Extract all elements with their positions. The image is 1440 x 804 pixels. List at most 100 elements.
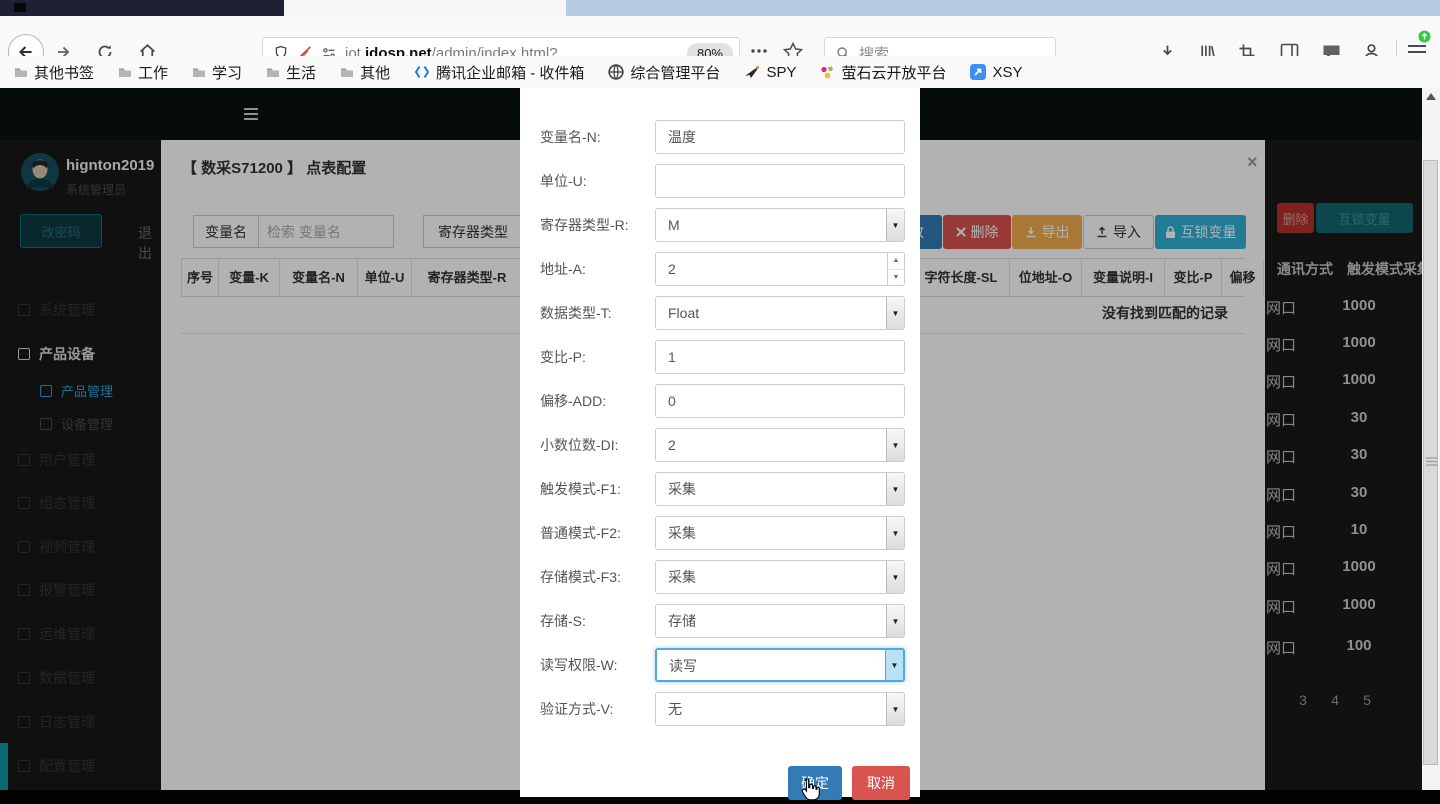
bookmark-label: 腾讯企业邮箱 - 收件箱 <box>436 62 584 83</box>
bookmark-label: 学习 <box>212 62 242 83</box>
select-verify-mode[interactable]: 无▼ <box>655 692 905 726</box>
dropdown-arrow-icon[interactable]: ▼ <box>886 429 904 461</box>
browser-toolbar: iot.idosp.net/admin/index.html? 80% 搜索 <box>0 16 1440 56</box>
dropdown-arrow-icon[interactable]: ▼ <box>886 693 904 725</box>
field-label-address: 地址-A: <box>540 252 586 286</box>
bookmark-label: 萤石云开放平台 <box>841 62 946 83</box>
spy-icon <box>744 65 760 79</box>
bookmark-folder-2[interactable]: 学习 <box>192 62 242 83</box>
field-value: M <box>668 209 680 241</box>
folder-icon <box>14 66 28 78</box>
dropdown-arrow-icon[interactable]: ▼ <box>886 561 904 593</box>
input-offset[interactable]: 0 <box>655 384 905 418</box>
bookmark-folder-4[interactable]: 其他 <box>340 62 390 83</box>
dropdown-arrow-icon[interactable]: ▼ <box>886 473 904 505</box>
bookmark-folder-3[interactable]: 生活 <box>266 62 316 83</box>
field-value: 采集 <box>668 517 696 549</box>
bookmark-label: XSY <box>992 64 1022 81</box>
bookmark-link-1[interactable]: 综合管理平台 <box>608 62 720 83</box>
edit-variable-modal: 变量名-N:温度单位-U:寄存器类型-R:M▼地址-A:2▲▼数据类型-T:Fl… <box>520 88 920 797</box>
bookmark-label: 其他 <box>360 62 390 83</box>
field-label-verify-mode: 验证方式-V: <box>540 692 613 726</box>
input-ratio[interactable]: 1 <box>655 340 905 374</box>
titlebar-active-segment <box>0 0 284 16</box>
field-label-variable-name: 变量名-N: <box>540 120 601 154</box>
bookmark-link-3[interactable]: 萤石云开放平台 <box>820 62 946 83</box>
select-storage[interactable]: 存储 ▼ <box>655 604 905 638</box>
field-label-data-type: 数据类型-T: <box>540 296 612 330</box>
bookmarks-bar: 其他书签 工作 学习 生活 其他 腾讯企业邮箱 - 收件箱 综合管理平台 SPY 萤石云开放平台… <box>0 56 1440 88</box>
field-label-trigger-mode: 触发模式-F1: <box>540 472 621 506</box>
dropdown-arrow-icon[interactable]: ▼ <box>886 209 904 241</box>
update-badge <box>1418 30 1431 48</box>
select-data-type[interactable]: Float ▼ <box>655 296 905 330</box>
browser-chrome: iot.idosp.net/admin/index.html? 80% 搜索 <box>0 0 1440 88</box>
select-register-type[interactable]: M▼ <box>655 208 905 242</box>
field-value: 0 <box>668 385 676 417</box>
scrollbar-thumb[interactable] <box>1423 160 1438 765</box>
window-titlebar <box>0 0 1440 16</box>
input-unit[interactable] <box>655 164 905 198</box>
field-label-offset: 偏移-ADD: <box>540 384 606 418</box>
hand-cursor-icon <box>798 778 820 802</box>
field-label-storage-mode: 存储模式-F3: <box>540 560 621 594</box>
field-label-normal-mode: 普通模式-F2: <box>540 516 621 550</box>
titlebar-light-segment <box>284 0 566 16</box>
tencent-mail-icon <box>414 65 430 79</box>
select-rw-permission[interactable]: 读写 ▼ <box>655 648 905 682</box>
titlebar-blue-segment <box>566 0 1440 16</box>
field-value: Float <box>668 297 699 329</box>
ellipsis-icon <box>750 48 768 54</box>
field-label-rw-permission: 读写权限-W: <box>540 648 618 682</box>
cancel-button[interactable]: 取消 <box>852 766 910 800</box>
field-value: 采集 <box>668 561 696 593</box>
spinner-up-icon[interactable]: ▲ <box>888 253 904 270</box>
number-spinner[interactable]: ▲▼ <box>887 253 904 285</box>
bookmark-link-2[interactable]: SPY <box>744 64 796 81</box>
field-value: 2 <box>668 429 676 461</box>
dropdown-arrow-icon[interactable]: ▼ <box>886 517 904 549</box>
scrollbar-grip-icon <box>1426 457 1437 466</box>
field-label-storage: 存储-S: <box>540 604 586 638</box>
green-up-arrow-icon <box>1418 30 1431 43</box>
field-label-ratio: 变比-P: <box>540 340 586 374</box>
browser-scrollbar[interactable] <box>1422 88 1440 804</box>
titlebar-chip <box>14 3 26 12</box>
input-variable-name[interactable]: 温度 <box>655 120 905 154</box>
ezviz-icon <box>820 65 835 80</box>
input-address[interactable]: 2 ▲▼ <box>655 252 905 286</box>
scroll-up-icon <box>1426 93 1436 100</box>
select-trigger-mode[interactable]: 采集▼ <box>655 472 905 506</box>
select-decimal-digits[interactable]: 2▼ <box>655 428 905 462</box>
bookmark-label: 综合管理平台 <box>630 62 720 83</box>
bookmark-label: 其他书签 <box>34 62 94 83</box>
select-normal-mode[interactable]: 采集 ▼ <box>655 516 905 550</box>
spinner-down-icon[interactable]: ▼ <box>888 270 904 286</box>
page-actions-button[interactable] <box>750 48 768 54</box>
field-value: 存储 <box>668 605 696 637</box>
mouse-cursor <box>798 778 820 804</box>
field-label-decimal-digits: 小数位数-DI: <box>540 428 619 462</box>
bookmark-label: 工作 <box>138 62 168 83</box>
bookmark-link-4[interactable]: XSY <box>970 64 1022 81</box>
field-value: 2 <box>668 253 676 285</box>
field-value: 无 <box>668 693 682 725</box>
bookmark-label: 生活 <box>286 62 316 83</box>
folder-icon <box>192 66 206 78</box>
field-value: 读写 <box>669 650 697 682</box>
folder-icon <box>266 66 280 78</box>
folder-icon <box>118 66 132 78</box>
field-label-register-type: 寄存器类型-R: <box>540 208 629 242</box>
bookmark-label: SPY <box>766 64 796 81</box>
globe-icon <box>608 64 624 80</box>
bookmark-folder-0[interactable]: 其他书签 <box>14 62 94 83</box>
dropdown-arrow-icon[interactable]: ▼ <box>886 605 904 637</box>
dropdown-arrow-icon[interactable]: ▼ <box>885 650 903 680</box>
bookmark-folder-1[interactable]: 工作 <box>118 62 168 83</box>
folder-icon <box>340 66 354 78</box>
bookmark-link-0[interactable]: 腾讯企业邮箱 - 收件箱 <box>414 62 584 83</box>
select-storage-mode[interactable]: 采集 ▼ <box>655 560 905 594</box>
field-label-unit: 单位-U: <box>540 164 587 198</box>
web-page: hignton2019 系统管理员 改密码 退出 系统管理产品设备产品管理设备管… <box>0 88 1440 804</box>
dropdown-arrow-icon[interactable]: ▼ <box>886 297 904 329</box>
